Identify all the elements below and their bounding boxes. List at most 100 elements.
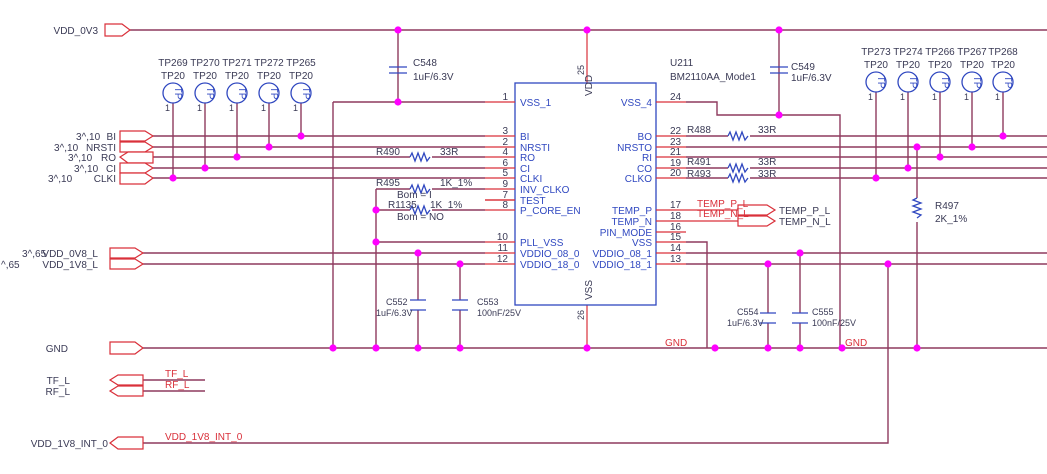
pin-name: TEMP_N <box>611 217 652 228</box>
value-label: 33R <box>758 169 776 180</box>
test-point-glyph: TP <box>268 87 279 100</box>
pin-number: 13 <box>670 254 682 265</box>
test-point-glyph: TP <box>1002 76 1013 89</box>
test-point-tp269[interactable]: TP1 TP269 TP20 <box>158 58 188 178</box>
pin-name: VSS_4 <box>621 98 653 109</box>
pin-number: 10 <box>497 232 509 243</box>
port-vdd-0v3[interactable]: VDD_0V3 <box>54 23 131 37</box>
test-point-tp271[interactable]: TP1 TP271 TP20 <box>222 58 252 157</box>
pin-name: RI <box>642 153 652 164</box>
value-label: 33R <box>758 157 776 168</box>
pin-number: 22 <box>670 126 682 137</box>
pin-name: VSS <box>632 238 652 249</box>
junction-dot <box>372 206 380 214</box>
port-label: VDD_1V8_INT_0 <box>31 439 109 450</box>
chip-pin-left[interactable]: 1 VSS_1 <box>485 92 552 109</box>
test-point-tp273[interactable]: TP1 TP273 TP20 <box>861 47 891 178</box>
port-label: BI <box>107 132 116 143</box>
resistor-r497[interactable]: R497 2K_1% <box>911 197 967 225</box>
test-point-pin: 1 <box>165 103 170 113</box>
test-point-tp268[interactable]: TP1 TP268 TP20 <box>988 47 1018 136</box>
junction-dot <box>265 143 273 151</box>
chip-pin-left[interactable]: 5 CLKI <box>485 168 542 185</box>
pin-number: 15 <box>670 232 682 243</box>
junction-dot <box>456 344 464 352</box>
port-label: TEMP_N_L <box>779 217 831 228</box>
port-vdd-1v8-int-0[interactable]: VDD_1V8_INT_0 VDD_1V8_INT_0 <box>31 432 243 450</box>
resistor-r1135[interactable]: R1135 1K_1%Bom = NO <box>388 200 462 223</box>
junction-dot <box>583 26 591 34</box>
capacitor-c548[interactable]: C548 1uF/6.3V <box>389 58 454 83</box>
page-ref: ^,65 <box>1 260 20 271</box>
port-gnd[interactable]: GND <box>46 341 144 355</box>
resistor-r488[interactable]: R488 33R <box>687 125 776 142</box>
pin-name: VDDIO_18_1 <box>593 260 653 271</box>
test-point-tp267[interactable]: TP1 TP267 TP20 <box>957 47 987 147</box>
pin-name: INV_CLKO <box>520 185 570 196</box>
ports: VDD_0V3 BI3^,10 NRSTI3^,10 RO3^,10 CI3^,… <box>1 23 867 450</box>
value-label: 1uF/6.3V <box>791 73 832 84</box>
test-point-ref: TP267 <box>957 47 987 58</box>
port-bi[interactable]: BI 3^,10 <box>76 130 155 143</box>
pin-name: BI <box>520 132 529 143</box>
test-point-ref: TP265 <box>286 58 316 69</box>
pin-number: 20 <box>670 168 682 179</box>
test-point-tp266[interactable]: TP1 TP266 TP20 <box>925 47 955 157</box>
test-point-pin: 1 <box>261 103 266 113</box>
pin-name: VSS_1 <box>520 98 552 109</box>
pin-name: TEMP_P <box>612 206 652 217</box>
test-point-glyph: TP <box>172 87 183 100</box>
net-tag: TF_L <box>165 369 189 380</box>
junction-dot <box>372 344 380 352</box>
pin-name: PLL_VSS <box>520 238 564 249</box>
test-point-tp272[interactable]: TP1 TP272 TP20 <box>254 58 284 147</box>
junction-dot <box>764 260 772 268</box>
ref-label: C555 <box>812 307 834 317</box>
test-point-value: TP20 <box>928 60 952 71</box>
resistor-r493[interactable]: R493 33R <box>687 169 776 184</box>
test-point-value: TP20 <box>193 71 217 82</box>
test-point-glyph: TP <box>907 76 918 89</box>
junction-dot <box>775 26 783 34</box>
port-ro[interactable]: RO 3^,10 <box>68 151 154 164</box>
test-point-tp270[interactable]: TP1 TP270 TP20 <box>190 58 220 168</box>
junction-dot <box>913 344 921 352</box>
test-point-pin: 1 <box>900 92 905 102</box>
value-label: 2K_1% <box>935 214 967 225</box>
bom-label: Bom = NO <box>397 212 444 223</box>
resistor-r490[interactable]: R490 33R <box>376 147 458 163</box>
test-point-pin: 1 <box>964 92 969 102</box>
port-label: TEMP_P_L <box>779 206 831 217</box>
port-vdd-1v8-l[interactable]: VDD_1V8_L ^,65 <box>1 258 145 271</box>
test-point-value: TP20 <box>225 71 249 82</box>
test-point-glyph: TP <box>236 87 247 100</box>
junction-dot <box>414 249 422 257</box>
test-point-value: TP20 <box>161 71 185 82</box>
chip-ref: U211 <box>670 58 694 69</box>
junction-dot <box>936 153 944 161</box>
test-point-tp265[interactable]: TP1 TP265 TP20 <box>286 58 316 136</box>
port-label: VDD_1V8_L <box>42 260 98 271</box>
pin-name: VDDIO_08_1 <box>593 249 653 260</box>
chip-pin-right[interactable]: 24 VSS_4 <box>621 92 686 109</box>
page-ref: 3^,10 <box>76 132 101 143</box>
junction-dot <box>838 344 846 352</box>
test-point-pin: 1 <box>293 103 298 113</box>
junction-dot <box>904 164 912 172</box>
chip-pin-left[interactable]: 2NRSTI <box>485 137 550 154</box>
junction-dot <box>414 344 422 352</box>
junction-dot <box>394 26 402 34</box>
pin-number: 14 <box>670 243 682 254</box>
capacitor-c553[interactable]: C553100nF/25V <box>452 297 521 318</box>
chip-part: BM2110AA_Mode1 <box>670 72 756 83</box>
pin-name: BO <box>638 132 653 143</box>
port-vdd-0v8-l[interactable]: VDD_0V8_L3^,65 <box>22 247 145 260</box>
capacitor-c555[interactable]: C555100nF/25V <box>792 307 856 328</box>
value-label: 100nF/25V <box>812 318 856 328</box>
test-point-pin: 1 <box>868 92 873 102</box>
chip-vss-pin-number: 26 <box>576 310 586 320</box>
port-clki[interactable]: CLKI 3^,10 <box>48 172 155 185</box>
pin-name: RO <box>520 153 535 164</box>
pin-number: 24 <box>670 92 682 103</box>
ref-label: R495 <box>376 178 400 189</box>
